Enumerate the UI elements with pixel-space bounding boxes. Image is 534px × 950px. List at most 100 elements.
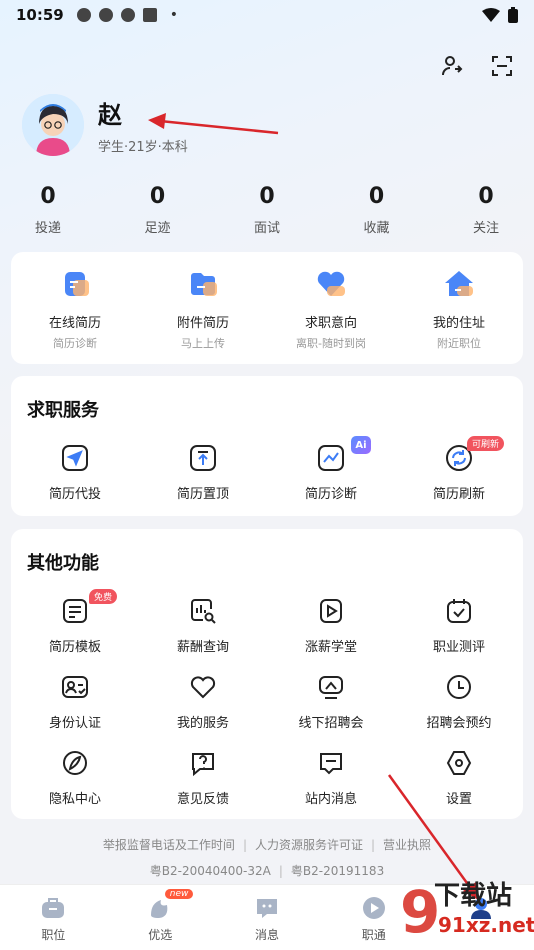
watermark-text: 下载站 bbox=[434, 881, 512, 911]
tab-label: 职通 bbox=[361, 928, 386, 942]
other-settings[interactable]: 设置 bbox=[395, 747, 523, 823]
clock-icon bbox=[443, 671, 475, 703]
diagnose-icon bbox=[315, 442, 347, 474]
stat-interview[interactable]: 0 面试 bbox=[229, 184, 305, 236]
grid-label: 简历模板 bbox=[48, 640, 101, 655]
status-time: 10:59 bbox=[16, 6, 64, 24]
career-test-icon bbox=[443, 595, 475, 627]
privacy-icon bbox=[59, 747, 91, 779]
grid-label: 简历代投 bbox=[48, 487, 101, 502]
message-icon bbox=[315, 747, 347, 779]
new-badge: new bbox=[164, 889, 194, 899]
other-offline-fair[interactable]: 线下招聘会 bbox=[267, 671, 395, 747]
briefcase-icon bbox=[42, 898, 65, 918]
service-resume-top[interactable]: 简历置顶 bbox=[139, 442, 267, 518]
tab-jobs[interactable]: 职位 bbox=[0, 885, 107, 950]
section-title: 求职服务 bbox=[27, 400, 99, 421]
service-resume-refresh[interactable]: 可刷新 简历刷新 bbox=[395, 436, 523, 518]
grid-label: 职业测评 bbox=[432, 640, 485, 655]
tab-label: 消息 bbox=[254, 928, 279, 942]
switch-identity-icon[interactable] bbox=[438, 52, 466, 80]
quick-actions-card: 在线简历 简历诊断 附件简历 马上上传 求职意向 离职-随时到岗 我的住址 附近… bbox=[11, 252, 523, 364]
other-feedback[interactable]: 意见反馈 bbox=[139, 747, 267, 823]
status-bar: 10:59 • bbox=[0, 0, 534, 30]
icp-number-2: 粤B2-20191183 bbox=[290, 864, 385, 878]
scan-icon[interactable] bbox=[488, 52, 516, 80]
service-resume-delivery[interactable]: 简历代投 bbox=[11, 442, 139, 518]
footer-links: 举报监督电话及工作时间 | 人力资源服务许可证 | 营业执照 bbox=[102, 838, 432, 852]
feedback-icon bbox=[187, 747, 219, 779]
other-privacy-center[interactable]: 隐私中心 bbox=[11, 747, 139, 823]
stat-label: 面试 bbox=[253, 221, 280, 236]
profile-header[interactable]: 赵 学生·21岁·本科 bbox=[22, 94, 188, 156]
other-salary-class[interactable]: 涨薪学堂 bbox=[267, 595, 395, 671]
grid-label: 站内消息 bbox=[304, 792, 357, 807]
stat-value: 0 bbox=[149, 184, 166, 209]
other-salary-search[interactable]: 薪酬查询 bbox=[139, 595, 267, 671]
footer-link-license[interactable]: 人力资源服务许可证 bbox=[255, 838, 363, 852]
tab-preferred[interactable]: new 优选 bbox=[107, 885, 214, 950]
stat-footprint[interactable]: 0 足迹 bbox=[120, 184, 196, 236]
online-resume-icon bbox=[65, 272, 89, 296]
pin-top-icon bbox=[187, 442, 219, 474]
section-title: 其他功能 bbox=[27, 553, 99, 574]
app-notification-icon bbox=[76, 8, 135, 22]
grid-label: 简历诊断 bbox=[304, 487, 357, 502]
grid-label: 意见反馈 bbox=[176, 792, 229, 807]
quick-online-resume[interactable]: 在线简历 简历诊断 bbox=[11, 252, 139, 364]
quick-sub: 附近职位 bbox=[437, 337, 481, 350]
stat-applied[interactable]: 0 投递 bbox=[10, 184, 86, 236]
stat-value: 0 bbox=[478, 184, 494, 209]
other-fair-booking[interactable]: 招聘会预约 bbox=[395, 671, 523, 747]
id-verify-icon bbox=[59, 671, 91, 703]
quick-label: 我的住址 bbox=[432, 316, 485, 331]
quick-label: 在线简历 bbox=[48, 316, 101, 331]
stats-row: 0 投递 0 足迹 0 面试 0 收藏 0 关注 bbox=[0, 184, 534, 236]
quick-label: 求职意向 bbox=[304, 316, 357, 331]
quick-job-intention[interactable]: 求职意向 离职-随时到岗 bbox=[267, 252, 395, 364]
video-class-icon bbox=[315, 595, 347, 627]
home-address-icon bbox=[445, 271, 473, 296]
grid-label: 简历置顶 bbox=[176, 487, 229, 502]
icp-number: 粤B2-20040400-32A bbox=[149, 864, 271, 878]
tab-label: 职位 bbox=[41, 928, 66, 942]
grid-label: 招聘会预约 bbox=[426, 716, 492, 731]
status-dot: • bbox=[169, 7, 179, 23]
tab-messages[interactable]: 消息 bbox=[214, 885, 321, 950]
stat-following[interactable]: 0 关注 bbox=[448, 184, 524, 236]
other-site-message[interactable]: 站内消息 bbox=[267, 747, 395, 823]
job-service-card: 求职服务 简历代投 简历置顶 Ai 简历诊断 可刷新 简历刷新 bbox=[11, 376, 523, 516]
avatar[interactable] bbox=[22, 94, 84, 156]
other-resume-template[interactable]: 免费 简历模板 bbox=[11, 589, 139, 671]
send-icon bbox=[59, 442, 91, 474]
quick-attachment-resume[interactable]: 附件简历 马上上传 bbox=[139, 252, 267, 364]
chat-icon bbox=[256, 899, 277, 918]
grid-label: 设置 bbox=[445, 792, 472, 807]
salary-search-icon bbox=[187, 595, 219, 627]
profile-name: 赵 bbox=[98, 101, 122, 129]
quick-sub: 简历诊断 bbox=[53, 337, 97, 350]
grid-label: 隐私中心 bbox=[48, 792, 101, 807]
service-resume-diagnose[interactable]: Ai 简历诊断 bbox=[267, 436, 395, 518]
footer-link-business[interactable]: 营业执照 bbox=[383, 838, 431, 852]
tab-label: 优选 bbox=[148, 928, 173, 942]
other-my-service[interactable]: 我的服务 bbox=[139, 671, 267, 747]
grid-label: 线下招聘会 bbox=[298, 716, 364, 731]
grid-label: 薪酬查询 bbox=[176, 640, 229, 655]
grid-label: 简历刷新 bbox=[432, 487, 485, 502]
resume-template-icon bbox=[59, 595, 91, 627]
other-career-test[interactable]: 职业测评 bbox=[395, 595, 523, 671]
quick-sub: 离职-随时到岗 bbox=[296, 337, 366, 350]
watermark-logo: 9 下载站 91xz.net bbox=[394, 870, 534, 950]
stat-label: 收藏 bbox=[363, 221, 390, 236]
stat-favorites[interactable]: 0 收藏 bbox=[339, 184, 415, 236]
other-id-verify[interactable]: 身份认证 bbox=[11, 671, 139, 747]
grid-label: 身份认证 bbox=[48, 716, 101, 731]
stat-value: 0 bbox=[40, 184, 56, 209]
quick-sub: 马上上传 bbox=[181, 337, 225, 350]
footer-link-report[interactable]: 举报监督电话及工作时间 bbox=[103, 838, 235, 852]
play-icon bbox=[362, 897, 385, 919]
quick-home-address[interactable]: 我的住址 附近职位 bbox=[395, 252, 523, 364]
grid-label: 涨薪学堂 bbox=[304, 640, 357, 655]
ai-badge: Ai bbox=[351, 436, 371, 454]
